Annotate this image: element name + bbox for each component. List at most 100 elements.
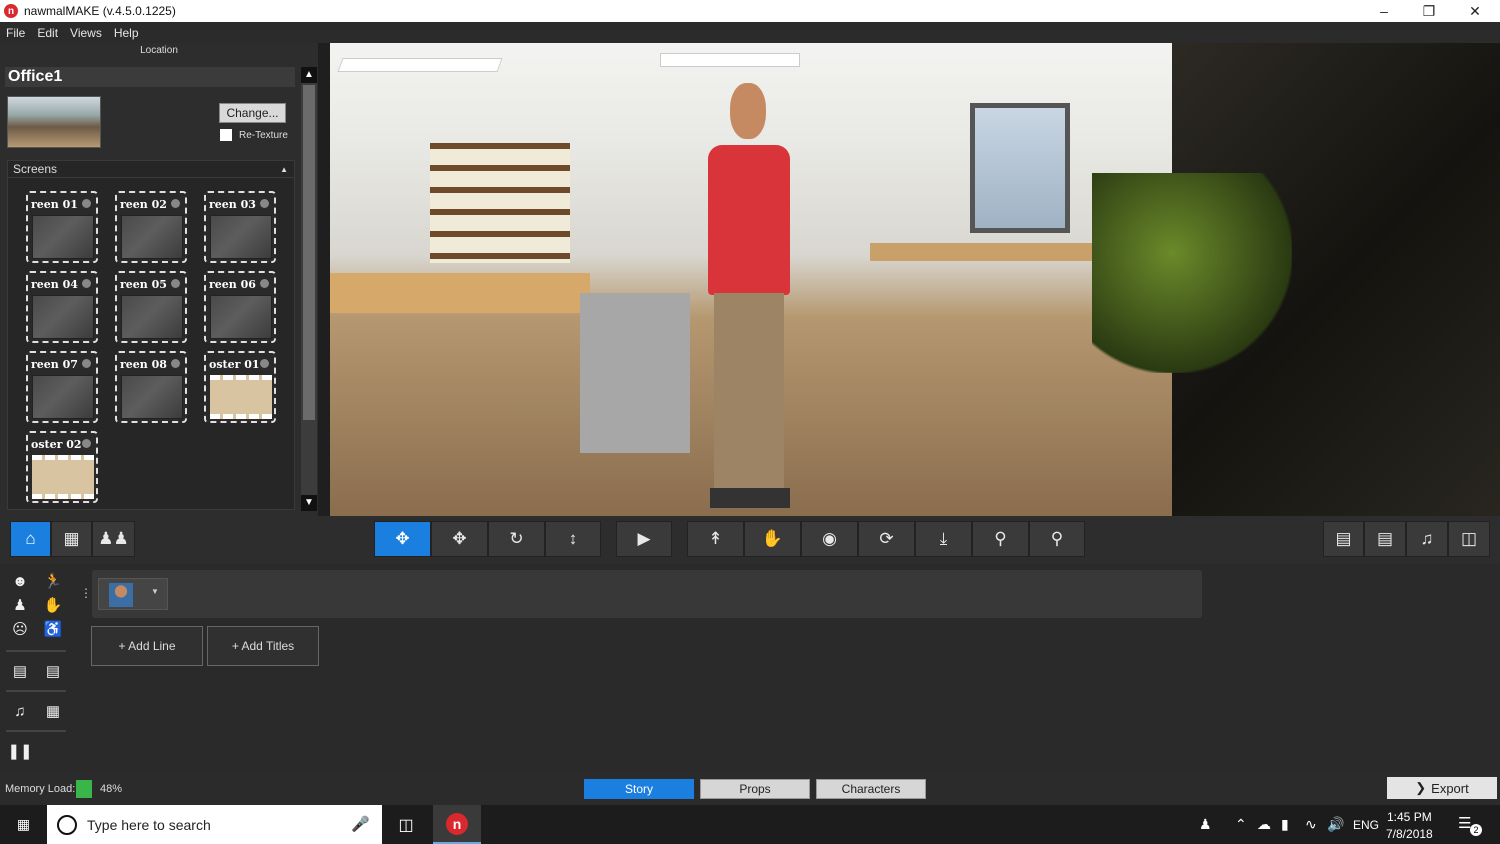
remove-icon[interactable]: [82, 199, 91, 208]
close-button[interactable]: ✕: [1452, 0, 1498, 22]
move-icon[interactable]: ✥: [431, 521, 488, 557]
home-icon[interactable]: ⌂: [10, 521, 51, 557]
character-selector[interactable]: ▼: [98, 578, 168, 610]
expression-icon[interactable]: ☹: [9, 619, 31, 639]
menu-file[interactable]: File: [0, 26, 31, 40]
screen-preview: [210, 295, 272, 339]
export-button[interactable]: ❯ Export: [1387, 777, 1497, 799]
tab-props[interactable]: Props: [700, 779, 810, 799]
pause-icon[interactable]: ❚❚: [7, 741, 32, 761]
chevron-down-icon[interactable]: ▼: [151, 587, 159, 596]
screen-tile[interactable]: reen 02: [115, 191, 187, 263]
poster-tile[interactable]: oster 01: [204, 351, 276, 423]
notification-icon[interactable]: ☰ 2: [1458, 814, 1482, 836]
play-icon[interactable]: ▶: [616, 521, 672, 557]
character-track[interactable]: ▼: [92, 570, 1202, 618]
remove-icon[interactable]: [260, 359, 269, 368]
screen-preview: [32, 375, 94, 419]
screens-header[interactable]: Screens ▲: [8, 161, 294, 178]
menu-help[interactable]: Help: [108, 26, 145, 40]
walk-icon[interactable]: 🏃: [42, 571, 64, 591]
nawmal-taskbar-app[interactable]: n: [433, 805, 481, 844]
sit-icon[interactable]: ♿: [42, 619, 64, 639]
windows-start-icon[interactable]: ▦: [0, 805, 47, 844]
hand-icon[interactable]: ✋: [744, 521, 801, 557]
select-move-icon[interactable]: ✥: [374, 521, 431, 557]
task-view-icon[interactable]: ◫: [392, 813, 420, 837]
music-note-icon[interactable]: ♫: [9, 701, 31, 721]
scroll-thumb[interactable]: [303, 85, 315, 420]
location-thumbnail[interactable]: [7, 96, 101, 148]
scroll-down-icon[interactable]: ▼: [301, 495, 317, 511]
wifi-icon[interactable]: ∿: [1305, 816, 1317, 833]
face-icon[interactable]: ☻: [9, 571, 31, 591]
eye-icon[interactable]: ◉: [801, 521, 858, 557]
microphone-icon[interactable]: 🎤: [351, 815, 370, 833]
battery-icon[interactable]: ▮: [1281, 816, 1289, 833]
screen-tile[interactable]: reen 05: [115, 271, 187, 343]
screen-tile-label: reen 01: [31, 198, 78, 211]
remove-icon[interactable]: [171, 359, 180, 368]
location-section-label: Location: [140, 45, 178, 56]
remove-icon[interactable]: [260, 199, 269, 208]
location-icon[interactable]: ▦: [51, 521, 92, 557]
screen-switch-icon[interactable]: ◫: [1448, 521, 1490, 557]
scene-viewport[interactable]: [330, 43, 1172, 516]
clock[interactable]: 1:45 PM 7/8/2018: [1386, 809, 1433, 843]
cloud-icon[interactable]: ☁: [1257, 816, 1271, 833]
rotate-icon[interactable]: ↻: [488, 521, 545, 557]
pose-icon[interactable]: ↟: [687, 521, 744, 557]
chevron-up-icon[interactable]: ⌃: [1235, 816, 1247, 833]
screen-tile[interactable]: reen 03: [204, 191, 276, 263]
volume-icon[interactable]: 🔊: [1327, 816, 1344, 833]
taskbar-search[interactable]: Type here to search 🎤: [47, 805, 382, 844]
menu-edit[interactable]: Edit: [31, 26, 64, 40]
retexture-label: Re-Texture: [239, 129, 288, 141]
camera-move-icon[interactable]: ▤: [42, 661, 64, 681]
height-icon[interactable]: ↕: [545, 521, 601, 557]
screen-tile[interactable]: reen 06: [204, 271, 276, 343]
add-line-button[interactable]: + Add Line: [91, 626, 203, 666]
poster-tile[interactable]: oster 02: [26, 431, 98, 503]
remove-icon[interactable]: [82, 359, 91, 368]
scroll-up-icon[interactable]: ▲: [301, 67, 317, 83]
language-indicator[interactable]: ENG: [1353, 818, 1379, 832]
people-icon[interactable]: ♟: [1199, 816, 1212, 833]
gesture-icon[interactable]: ✋: [42, 595, 64, 615]
location-scrollbar[interactable]: ▲ ▼: [301, 67, 317, 511]
zoom-fit-icon[interactable]: ⚲: [1029, 521, 1085, 557]
camera-shot-icon[interactable]: ▤: [9, 661, 31, 681]
camera-icon[interactable]: ▤: [1323, 521, 1364, 557]
tab-story[interactable]: Story: [584, 779, 694, 799]
change-location-button[interactable]: Change...: [219, 103, 286, 123]
video-camera-icon[interactable]: ▤: [1364, 521, 1406, 557]
remove-icon[interactable]: [82, 439, 91, 448]
remove-icon[interactable]: [82, 279, 91, 288]
screen-tile[interactable]: reen 01: [26, 191, 98, 263]
remove-icon[interactable]: [260, 279, 269, 288]
retexture-option[interactable]: Re-Texture: [220, 129, 288, 141]
minimize-button[interactable]: –: [1361, 0, 1407, 22]
remove-icon[interactable]: [171, 279, 180, 288]
zoom-icon[interactable]: ⚲: [972, 521, 1029, 557]
screen-tile[interactable]: reen 04: [26, 271, 98, 343]
music-icon[interactable]: ♫: [1406, 521, 1448, 557]
maximize-button[interactable]: ❐: [1406, 0, 1452, 22]
refresh-icon[interactable]: ⟳: [858, 521, 915, 557]
characters-icon[interactable]: ♟♟: [92, 521, 135, 557]
character[interactable]: [690, 83, 810, 513]
ground-icon[interactable]: ⤓: [915, 521, 972, 557]
scene-change-icon[interactable]: ▦: [42, 701, 64, 721]
retexture-checkbox[interactable]: [220, 129, 232, 141]
collapse-arrow-icon[interactable]: ▲: [280, 161, 288, 178]
menu-views[interactable]: Views: [64, 26, 108, 40]
plant: [1092, 173, 1292, 373]
track-handle-icon[interactable]: ⋮: [80, 586, 92, 600]
tab-characters[interactable]: Characters: [816, 779, 926, 799]
screen-tile[interactable]: reen 07: [26, 351, 98, 423]
poster-preview: [210, 375, 272, 419]
add-titles-button[interactable]: + Add Titles: [207, 626, 319, 666]
remove-icon[interactable]: [171, 199, 180, 208]
stand-icon[interactable]: ♟: [9, 595, 31, 615]
screen-tile[interactable]: reen 08: [115, 351, 187, 423]
